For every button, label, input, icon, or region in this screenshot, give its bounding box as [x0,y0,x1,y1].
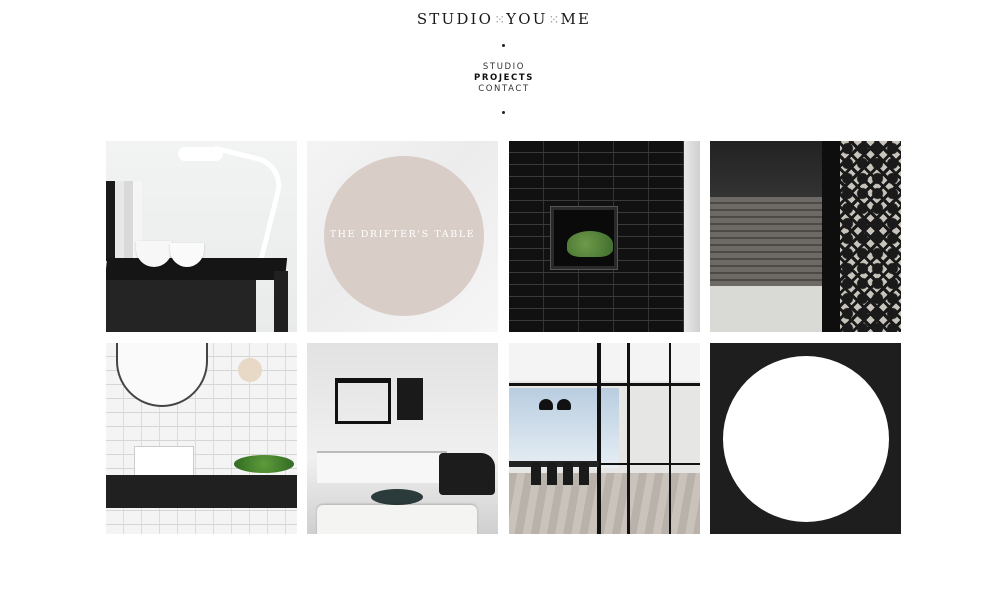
tile-image [539,399,553,410]
tile-image [238,358,262,382]
tile-image [684,141,700,332]
project-tile-lamp-desk[interactable] [106,141,297,332]
nav-item-studio[interactable]: STUDIO [0,62,1008,73]
logo-word-studio: STUDIO [416,10,494,28]
tile-image [840,141,901,332]
project-tile-bathroom[interactable] [106,343,297,534]
tile-image [822,141,840,332]
tile-image [371,489,423,505]
circle-icon [723,356,889,522]
tile-image [317,505,477,534]
tile-image [557,399,571,410]
tile-image [531,463,591,485]
project-tile-drifters-table[interactable]: THE DRIFTER'S TABLE [307,141,498,332]
tile-image [317,451,447,483]
tile-image [710,197,822,287]
logo-word-you: YOU [506,10,548,28]
project-tile-office[interactable] [509,343,700,534]
tile-image [397,378,423,420]
tile-image [134,446,194,476]
tile-image [274,271,288,332]
main-nav: STUDIO PROJECTS CONTACT [0,62,1008,95]
project-grid: THE DRIFTER'S TABLE [106,141,902,534]
logo-separator-icon: ⁙ [494,13,506,28]
site-logo[interactable]: STUDIO⁙YOU⁙ME [0,10,1008,28]
tile-image [234,455,294,473]
tile-image [178,147,223,161]
project-tile-kitchen[interactable] [307,343,498,534]
nav-item-contact[interactable]: CONTACT [0,84,1008,95]
tile-image [106,475,297,508]
project-tile-black-tiles[interactable] [509,141,700,332]
tile-image [106,280,256,332]
divider-dot-icon [502,111,505,114]
tile-image [567,231,613,257]
tile-image [335,378,391,424]
project-title: THE DRIFTER'S TABLE [329,229,476,240]
tile-image [710,286,822,332]
divider-dot-icon [502,44,505,47]
nav-item-projects[interactable]: PROJECTS [0,73,1008,84]
project-tile-stairs-screen[interactable] [710,141,901,332]
tile-image [509,343,700,534]
tile-image [439,453,495,495]
project-tile-circle[interactable] [710,343,901,534]
logo-word-me: ME [560,10,592,28]
logo-separator-icon: ⁙ [548,13,560,28]
